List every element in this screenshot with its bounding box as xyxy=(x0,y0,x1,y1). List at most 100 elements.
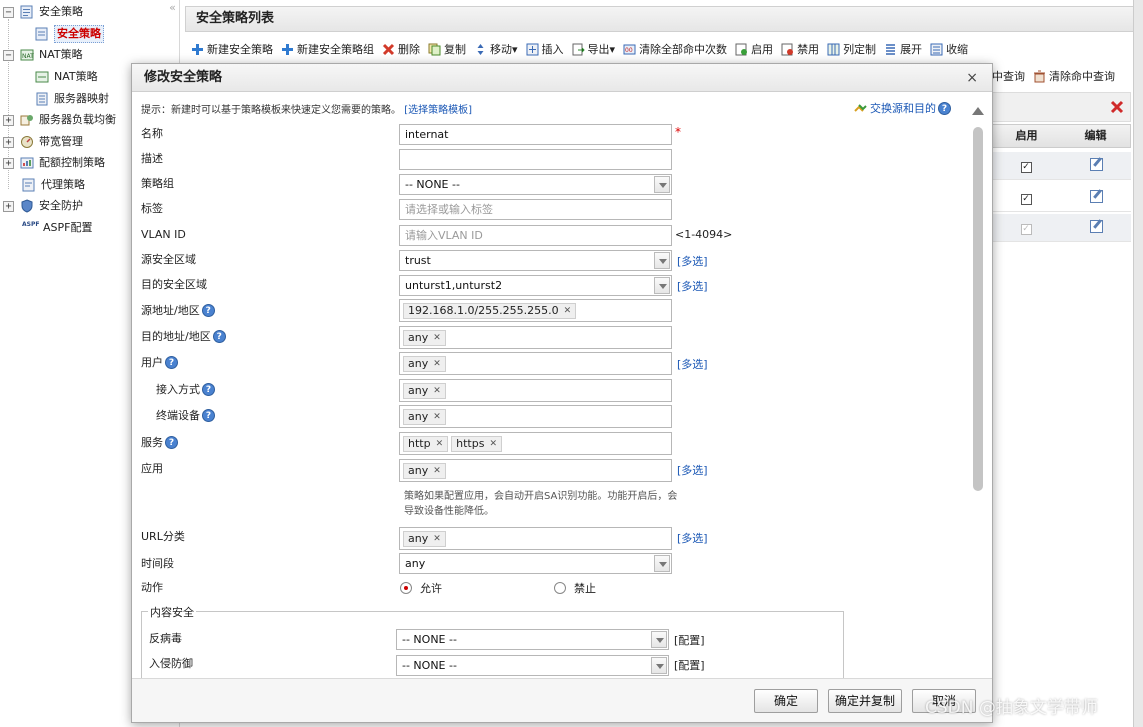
col-header-enabled[interactable]: 启用 xyxy=(992,125,1061,147)
source-address-tagbox[interactable]: 192.168.1.0/255.255.255.0 ✕ xyxy=(399,299,672,322)
intrusion-prevention-select[interactable]: -- NONE -- xyxy=(396,655,669,676)
tree-node-server-mapping[interactable]: 服务器映射 xyxy=(35,89,109,109)
tree-node-nat-group[interactable]: − NAT NAT策略 xyxy=(3,45,83,65)
tree-node-security-policy[interactable]: 安全策略 xyxy=(35,24,104,44)
action-allow-radio[interactable]: 允许 xyxy=(400,580,442,596)
move-button[interactable]: 移动▾ xyxy=(474,41,518,57)
radio-button[interactable] xyxy=(400,582,412,594)
export-button[interactable]: 导出▾ xyxy=(572,41,615,57)
tree-toggle-icon[interactable]: + xyxy=(3,157,14,169)
close-icon[interactable]: × xyxy=(966,64,978,92)
radio-button[interactable] xyxy=(554,582,566,594)
remove-tag-icon[interactable]: ✕ xyxy=(564,306,572,316)
remove-tag-icon[interactable]: ✕ xyxy=(436,439,444,449)
remove-tag-icon[interactable]: ✕ xyxy=(489,439,497,449)
edit-icon[interactable] xyxy=(1089,189,1103,203)
user-multiselect-link[interactable]: [多选] xyxy=(677,356,708,372)
action-deny-radio[interactable]: 禁止 xyxy=(554,580,596,596)
tree-node-proxy[interactable]: 代理策略 xyxy=(22,175,85,195)
vlan-id-input[interactable]: 请输入VLAN ID xyxy=(399,225,672,246)
destination-zone-select[interactable]: unturst1,unturst2 xyxy=(399,275,672,296)
help-icon[interactable]: ? xyxy=(212,329,226,343)
chevron-down-icon[interactable] xyxy=(651,657,667,674)
hit-query-button[interactable]: 中查询 xyxy=(992,68,1025,84)
table-row[interactable]: ✓ xyxy=(991,214,1131,242)
expand-button[interactable]: 展开 xyxy=(884,41,922,57)
choose-template-link[interactable]: [选择策略模板] xyxy=(404,105,472,116)
remove-tag-icon[interactable]: ✕ xyxy=(433,412,441,422)
clear-hit-query-button[interactable]: 清除命中查询 xyxy=(1033,68,1115,84)
tree-node-server-load-balance[interactable]: + 服务器负载均衡 xyxy=(3,110,116,130)
ok-button[interactable]: 确定 xyxy=(754,689,818,713)
remove-tag-icon[interactable]: ✕ xyxy=(433,386,441,396)
edit-icon[interactable] xyxy=(1089,219,1103,233)
time-range-select[interactable]: any xyxy=(399,553,672,574)
disable-button[interactable]: 禁用 xyxy=(781,41,819,57)
terminal-device-tagbox[interactable]: any ✕ xyxy=(399,405,672,428)
help-icon[interactable]: ? xyxy=(165,355,178,369)
tree-toggle-icon[interactable]: − xyxy=(3,6,14,18)
tag-input[interactable]: 请选择或输入标签 xyxy=(399,199,672,220)
dialog-scrollbar[interactable] xyxy=(970,101,985,661)
remove-tag-icon[interactable]: ✕ xyxy=(433,333,441,343)
clear-hits-button[interactable]: 00 清除全部命中次数 xyxy=(623,41,727,57)
collapse-sidebar-icon[interactable]: « xyxy=(165,0,180,18)
tree-node-security-protection[interactable]: + 安全防护 xyxy=(3,196,83,216)
antivirus-config-link[interactable]: [配置] xyxy=(674,632,705,648)
destination-zone-multiselect-link[interactable]: [多选] xyxy=(677,278,708,294)
help-icon[interactable]: ? xyxy=(202,408,215,422)
table-row[interactable]: ✓ xyxy=(991,152,1131,180)
table-row[interactable]: ✓ xyxy=(991,184,1131,212)
access-mode-tagbox[interactable]: any ✕ xyxy=(399,379,672,402)
ips-config-link[interactable]: [配置] xyxy=(674,657,705,673)
help-icon[interactable]: ? xyxy=(201,303,215,317)
col-header-edit[interactable]: 编辑 xyxy=(1061,125,1130,147)
tree-node-aspf[interactable]: ASPF ASPF配置 xyxy=(22,218,92,238)
close-filter-icon[interactable] xyxy=(1110,100,1124,114)
tree-node-security-policy-group[interactable]: − 安全策略 xyxy=(3,2,83,22)
description-input[interactable] xyxy=(399,149,672,170)
policy-group-select[interactable]: -- NONE -- xyxy=(399,174,672,195)
page-scrollbar[interactable] xyxy=(1133,0,1143,727)
help-icon[interactable]: ? xyxy=(202,382,215,396)
source-zone-multiselect-link[interactable]: [多选] xyxy=(677,253,708,269)
tree-node-bandwidth[interactable]: + 带宽管理 xyxy=(3,132,83,152)
chevron-down-icon[interactable] xyxy=(654,555,670,572)
tree-node-nat-policy[interactable]: NAT策略 xyxy=(35,67,98,87)
antivirus-select[interactable]: -- NONE -- xyxy=(396,629,669,650)
ok-and-copy-button[interactable]: 确定并复制 xyxy=(828,689,902,713)
help-icon[interactable]: ? xyxy=(938,101,951,115)
swap-src-dst-button[interactable]: 交换源和目的 ? xyxy=(854,100,951,116)
chevron-down-icon[interactable] xyxy=(654,277,670,294)
insert-button[interactable]: 插入 xyxy=(526,41,564,57)
edit-icon[interactable] xyxy=(1089,157,1103,171)
scroll-up-icon[interactable] xyxy=(972,107,984,115)
service-tagbox[interactable]: http ✕ https ✕ xyxy=(399,432,672,455)
tree-toggle-icon[interactable]: + xyxy=(3,136,14,148)
destination-address-tagbox[interactable]: any ✕ xyxy=(399,326,672,349)
new-policy-button[interactable]: 新建安全策略 xyxy=(191,41,273,57)
scrollbar-thumb[interactable] xyxy=(973,127,983,491)
remove-tag-icon[interactable]: ✕ xyxy=(433,534,441,544)
application-tagbox[interactable]: any ✕ xyxy=(399,459,672,482)
chevron-down-icon[interactable] xyxy=(654,176,670,193)
tree-toggle-icon[interactable]: − xyxy=(3,49,14,61)
url-category-tagbox[interactable]: any ✕ xyxy=(399,527,672,550)
customize-columns-button[interactable]: 列定制 xyxy=(827,41,876,57)
enabled-checkbox[interactable]: ✓ xyxy=(1020,193,1032,205)
remove-tag-icon[interactable]: ✕ xyxy=(433,466,441,476)
delete-button[interactable]: 删除 xyxy=(382,41,420,57)
remove-tag-icon[interactable]: ✕ xyxy=(433,359,441,369)
url-multiselect-link[interactable]: [多选] xyxy=(677,530,708,546)
name-input[interactable]: internat xyxy=(399,124,672,145)
user-tagbox[interactable]: any ✕ xyxy=(399,352,672,375)
help-icon[interactable]: ? xyxy=(165,435,178,449)
tree-node-quota[interactable]: + 配额控制策略 xyxy=(3,153,105,173)
copy-button[interactable]: 复制 xyxy=(428,41,466,57)
chevron-down-icon[interactable] xyxy=(654,252,670,269)
tree-toggle-icon[interactable]: + xyxy=(3,114,14,126)
collapse-button[interactable]: 收缩 xyxy=(930,41,968,57)
chevron-down-icon[interactable] xyxy=(651,631,667,648)
tree-toggle-icon[interactable]: + xyxy=(3,200,14,212)
enable-button[interactable]: 启用 xyxy=(735,41,773,57)
